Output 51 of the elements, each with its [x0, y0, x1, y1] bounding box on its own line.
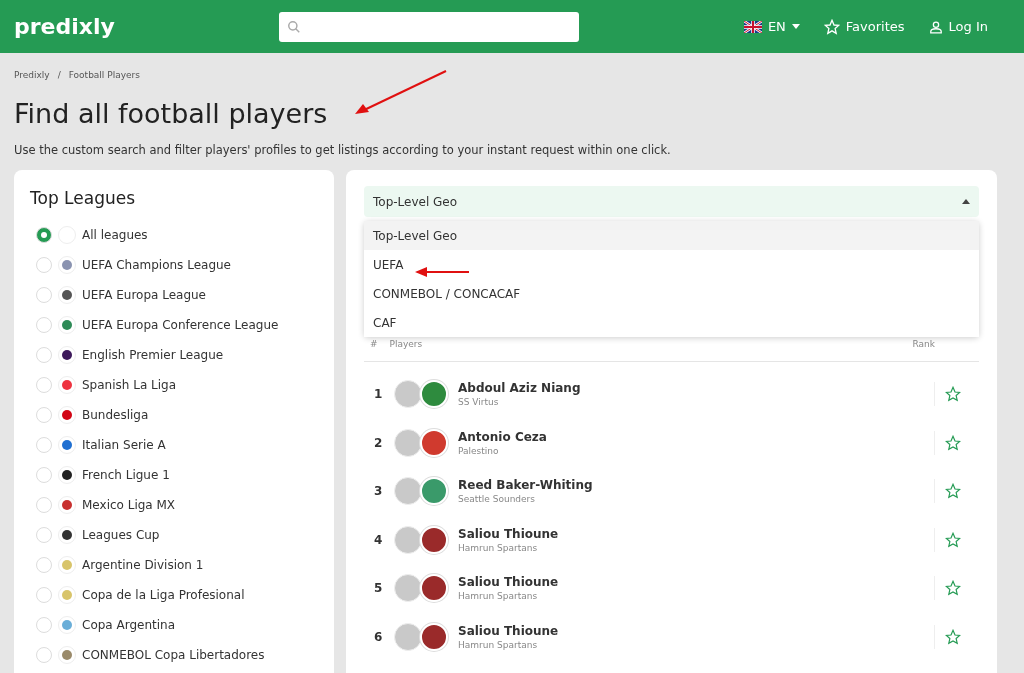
favorites-link[interactable]: Favorites: [823, 18, 905, 35]
logo[interactable]: predixly: [14, 14, 279, 39]
league-label[interactable]: CONMEBOL Copa Libertadores: [82, 648, 265, 662]
league-label[interactable]: Spanish La Liga: [82, 378, 177, 392]
column-header: Players: [389, 339, 424, 349]
player-name[interactable]: Saliou Thioune: [458, 623, 934, 638]
league-label[interactable]: English Premier League: [82, 348, 224, 362]
player-name[interactable]: Antonio Ceza: [458, 429, 934, 444]
rank-number: 3: [374, 484, 384, 499]
breadcrumb-link[interactable]: Football Players: [68, 70, 140, 80]
league-label[interactable]: Bundesliga: [82, 408, 149, 422]
league-label[interactable]: UEFA Europa Conference League: [82, 318, 279, 332]
club-name: Hamrun Spartans: [458, 542, 539, 553]
breadcrumb-separator: /: [57, 70, 61, 80]
club-name: Hamrun Spartans: [458, 591, 539, 602]
dropdown-option[interactable]: CONMEBOL / CONCACAF: [364, 279, 979, 308]
login-link[interactable]: Log In: [928, 19, 988, 34]
rank-number: 4: [374, 532, 384, 547]
league-label[interactable]: UEFA Champions League: [82, 258, 231, 272]
page-title: Find all football players: [14, 98, 329, 129]
player-name[interactable]: Saliou Thioune: [458, 526, 934, 541]
league-label[interactable]: Italian Serie A: [82, 438, 166, 452]
league-label[interactable]: Argentine Division 1: [82, 558, 204, 572]
dropdown-option[interactable]: UEFA: [364, 250, 979, 279]
panel-title: Top Leagues: [30, 188, 137, 208]
league-label[interactable]: UEFA Europa League: [82, 288, 206, 302]
page-description: Use the custom search and filter players' profiles to get listings according to your instant request within one click.: [14, 143, 672, 157]
club-name: Seattle Sounders: [458, 494, 536, 505]
player-name[interactable]: Abdoul Aziz Niang: [458, 381, 934, 396]
rank-number: 1: [374, 387, 384, 402]
league-label[interactable]: Copa Argentina: [82, 618, 176, 632]
rank-number: 5: [374, 581, 384, 596]
league-label[interactable]: French Ligue 1: [82, 468, 170, 482]
dropdown-option[interactable]: Top-Level Geo: [364, 221, 979, 250]
league-label[interactable]: Mexico Liga MX: [82, 498, 176, 512]
rank-number: 2: [374, 435, 384, 450]
league-label[interactable]: Copa de la Liga Profesional: [82, 588, 245, 602]
club-name: SS Virtus: [458, 397, 500, 408]
breadcrumb-link[interactable]: Predixly: [14, 70, 50, 80]
club-name: Hamrun Spartans: [458, 639, 539, 650]
player-name[interactable]: Reed Baker-Whiting: [458, 478, 934, 493]
dropdown-option[interactable]: CAF: [364, 308, 979, 337]
player-name[interactable]: Saliou Thioune: [458, 575, 934, 590]
league-label[interactable]: Leagues Cup: [82, 528, 160, 542]
column-header: Rank: [912, 339, 935, 349]
geo-select[interactable]: Top-Level Geo: [364, 186, 979, 217]
column-header: #: [370, 339, 378, 349]
league-label[interactable]: All leagues: [82, 228, 148, 242]
rank-number: 6: [374, 629, 384, 644]
club-name: Palestino: [458, 445, 500, 456]
language-selector[interactable]: EN: [743, 19, 800, 34]
